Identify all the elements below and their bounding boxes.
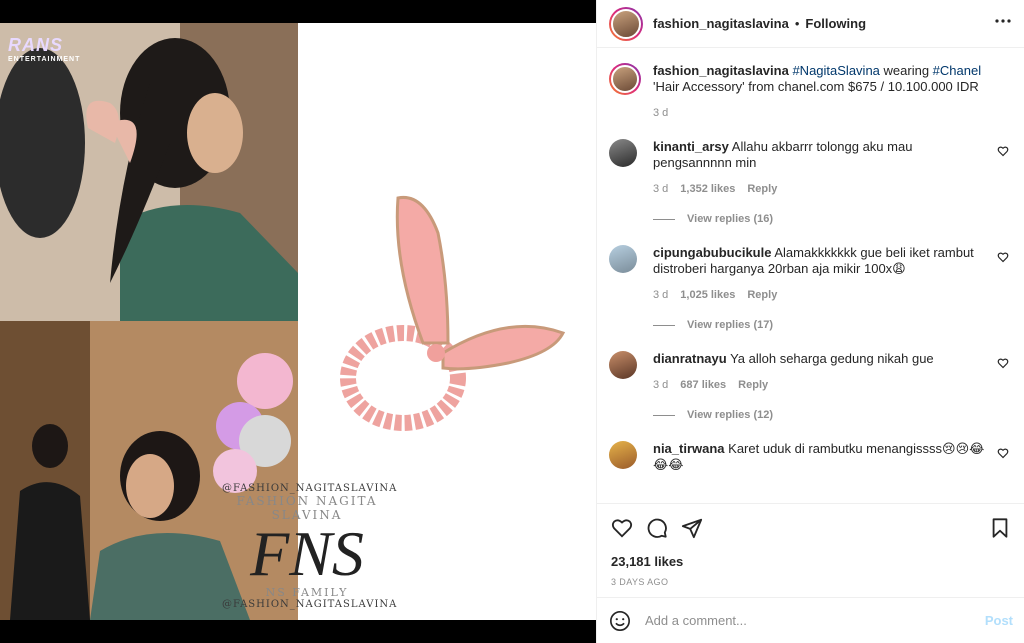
comment-username[interactable]: dianratnayu	[653, 351, 727, 366]
post-caption: fashion_nagitaslavina #NagitaSlavina wea…	[609, 63, 1011, 119]
emoji-icon[interactable]	[609, 610, 631, 632]
caption-avatar[interactable]	[609, 63, 641, 95]
comment-input[interactable]: Add a comment...	[645, 613, 985, 628]
comment-likes[interactable]: 687 likes	[680, 379, 726, 391]
comment-time[interactable]: 3 d	[653, 183, 668, 195]
header-username[interactable]: fashion_nagitaslavina	[653, 16, 789, 31]
following-button[interactable]: Following	[805, 16, 866, 31]
comment-username[interactable]: nia_tirwana	[653, 441, 725, 456]
comment-icon[interactable]	[646, 517, 668, 539]
comment-like-heart-icon[interactable]	[997, 357, 1009, 369]
brand-logo-subtext: ENTERTAINMENT	[8, 56, 81, 63]
comment-item: dianratnayu Ya alloh seharga gedung nika…	[609, 351, 1011, 391]
comment-text: dianratnayu Ya alloh seharga gedung nika…	[653, 351, 987, 367]
post-sidebar: fashion_nagitaslavina • Following fashio…	[596, 0, 1024, 643]
comment-like-heart-icon[interactable]	[997, 145, 1009, 157]
header-dot-separator: •	[794, 16, 800, 31]
comment-likes[interactable]: 1,025 likes	[680, 289, 735, 301]
comment-body: nia_tirwana Karet uduk di rambutku menan…	[653, 441, 1011, 473]
comment-meta: 3 d 1,025 likes Reply	[653, 289, 987, 301]
caption-meta: 3 d	[653, 107, 987, 119]
post-actions: 23,181 likes 3 DAYS AGO	[597, 503, 1024, 587]
hashtag-nagitaslavina[interactable]: #NagitaSlavina	[792, 63, 879, 78]
reply-button[interactable]: Reply	[747, 289, 777, 301]
photo-top-illustration	[0, 23, 298, 321]
view-replies-button[interactable]: View replies (12)	[653, 409, 1011, 421]
hashtag-chanel[interactable]: #Chanel	[933, 63, 981, 78]
brand-logo-text: RANS	[8, 35, 64, 55]
replies-divider	[653, 324, 675, 326]
watermark-logo: FNS	[250, 518, 364, 589]
comment-time[interactable]: 3 d	[653, 379, 668, 391]
post-comment-button[interactable]: Post	[985, 613, 1013, 628]
comment-meta: 3 d 1,352 likes Reply	[653, 183, 987, 195]
comment-text: cipungabubucikule Alamakkkkkkk gue beli …	[653, 245, 987, 277]
avatar-image	[611, 8, 641, 39]
brand-logo: RANS ENTERTAINMENT	[8, 35, 80, 63]
comment-meta: 3 d 687 likes Reply	[653, 379, 987, 391]
share-icon[interactable]	[681, 517, 703, 539]
action-icons	[611, 516, 1011, 540]
comments-list[interactable]: fashion_nagitaslavina #NagitaSlavina wea…	[597, 49, 1024, 502]
comment-avatar[interactable]	[609, 441, 637, 469]
replies-divider	[653, 414, 675, 416]
comment-avatar[interactable]	[609, 139, 637, 167]
more-options-icon[interactable]	[994, 12, 1012, 35]
watermark-handle-bottom: @FASHION_NAGITASLAVINA	[222, 599, 398, 610]
comment-item: nia_tirwana Karet uduk di rambutku menan…	[609, 441, 1011, 473]
caption-text: fashion_nagitaslavina #NagitaSlavina wea…	[653, 63, 987, 95]
posted-time[interactable]: 3 DAYS AGO	[611, 577, 1011, 587]
caption-body: fashion_nagitaslavina #NagitaSlavina wea…	[653, 63, 1011, 119]
photo-hair-back-view: RANS ENTERTAINMENT	[0, 23, 298, 321]
media-collage: RANS ENTERTAINMENT @FASHION_NAGITASLAVIN…	[0, 23, 596, 620]
header-avatar[interactable]	[609, 6, 643, 41]
view-replies-label: View replies (17)	[687, 319, 774, 331]
post-header: fashion_nagitaslavina • Following	[597, 0, 1024, 48]
view-replies-label: View replies (12)	[687, 409, 774, 421]
watermark: @FASHION_NAGITASLAVINA FASHION NAGITA SL…	[222, 483, 398, 610]
reply-button[interactable]: Reply	[747, 183, 777, 195]
comment-avatar[interactable]	[609, 245, 637, 273]
caption-mid-text: wearing	[879, 63, 933, 78]
comment-body: cipungabubucikule Alamakkkkkkk gue beli …	[653, 245, 1011, 301]
comment-body: dianratnayu Ya alloh seharga gedung nika…	[653, 351, 1011, 391]
avatar-image	[611, 65, 639, 93]
likes-count[interactable]: 23,181 likes	[611, 554, 1011, 569]
comment-body: kinanti_arsy Allahu akbarrr tolongg aku …	[653, 139, 1011, 195]
reply-button[interactable]: Reply	[738, 379, 768, 391]
add-comment-bar: Add a comment... Post	[597, 597, 1024, 643]
caption-username[interactable]: fashion_nagitaslavina	[653, 63, 789, 78]
comment-username[interactable]: kinanti_arsy	[653, 139, 729, 154]
comment-text: nia_tirwana Karet uduk di rambutku menan…	[653, 441, 987, 473]
comment-content: Ya alloh seharga gedung nikah gue	[730, 351, 934, 366]
comment-avatar[interactable]	[609, 351, 637, 379]
comment-like-heart-icon[interactable]	[997, 251, 1009, 263]
watermark-handle: @FASHION_NAGITASLAVINA	[222, 483, 398, 494]
post-media[interactable]: RANS ENTERTAINMENT @FASHION_NAGITASLAVIN…	[0, 0, 596, 643]
comment-item: cipungabubucikule Alamakkkkkkk gue beli …	[609, 245, 1011, 301]
comment-username[interactable]: cipungabubucikule	[653, 245, 771, 260]
comment-time[interactable]: 3 d	[653, 289, 668, 301]
comment-likes[interactable]: 1,352 likes	[680, 183, 735, 195]
view-replies-button[interactable]: View replies (17)	[653, 319, 1011, 331]
replies-divider	[653, 218, 675, 220]
view-replies-button[interactable]: View replies (16)	[653, 213, 1011, 225]
bookmark-icon[interactable]	[989, 517, 1011, 539]
caption-rest-text: 'Hair Accessory' from chanel.com $675 / …	[653, 79, 979, 94]
comment-like-heart-icon[interactable]	[997, 447, 1009, 459]
watermark-family: NS FAMILY	[265, 586, 349, 599]
caption-time[interactable]: 3 d	[653, 107, 668, 119]
comment-item: kinanti_arsy Allahu akbarrr tolongg aku …	[609, 139, 1011, 195]
heart-icon[interactable]	[611, 517, 633, 539]
view-replies-label: View replies (16)	[687, 213, 774, 225]
comment-text: kinanti_arsy Allahu akbarrr tolongg aku …	[653, 139, 987, 171]
